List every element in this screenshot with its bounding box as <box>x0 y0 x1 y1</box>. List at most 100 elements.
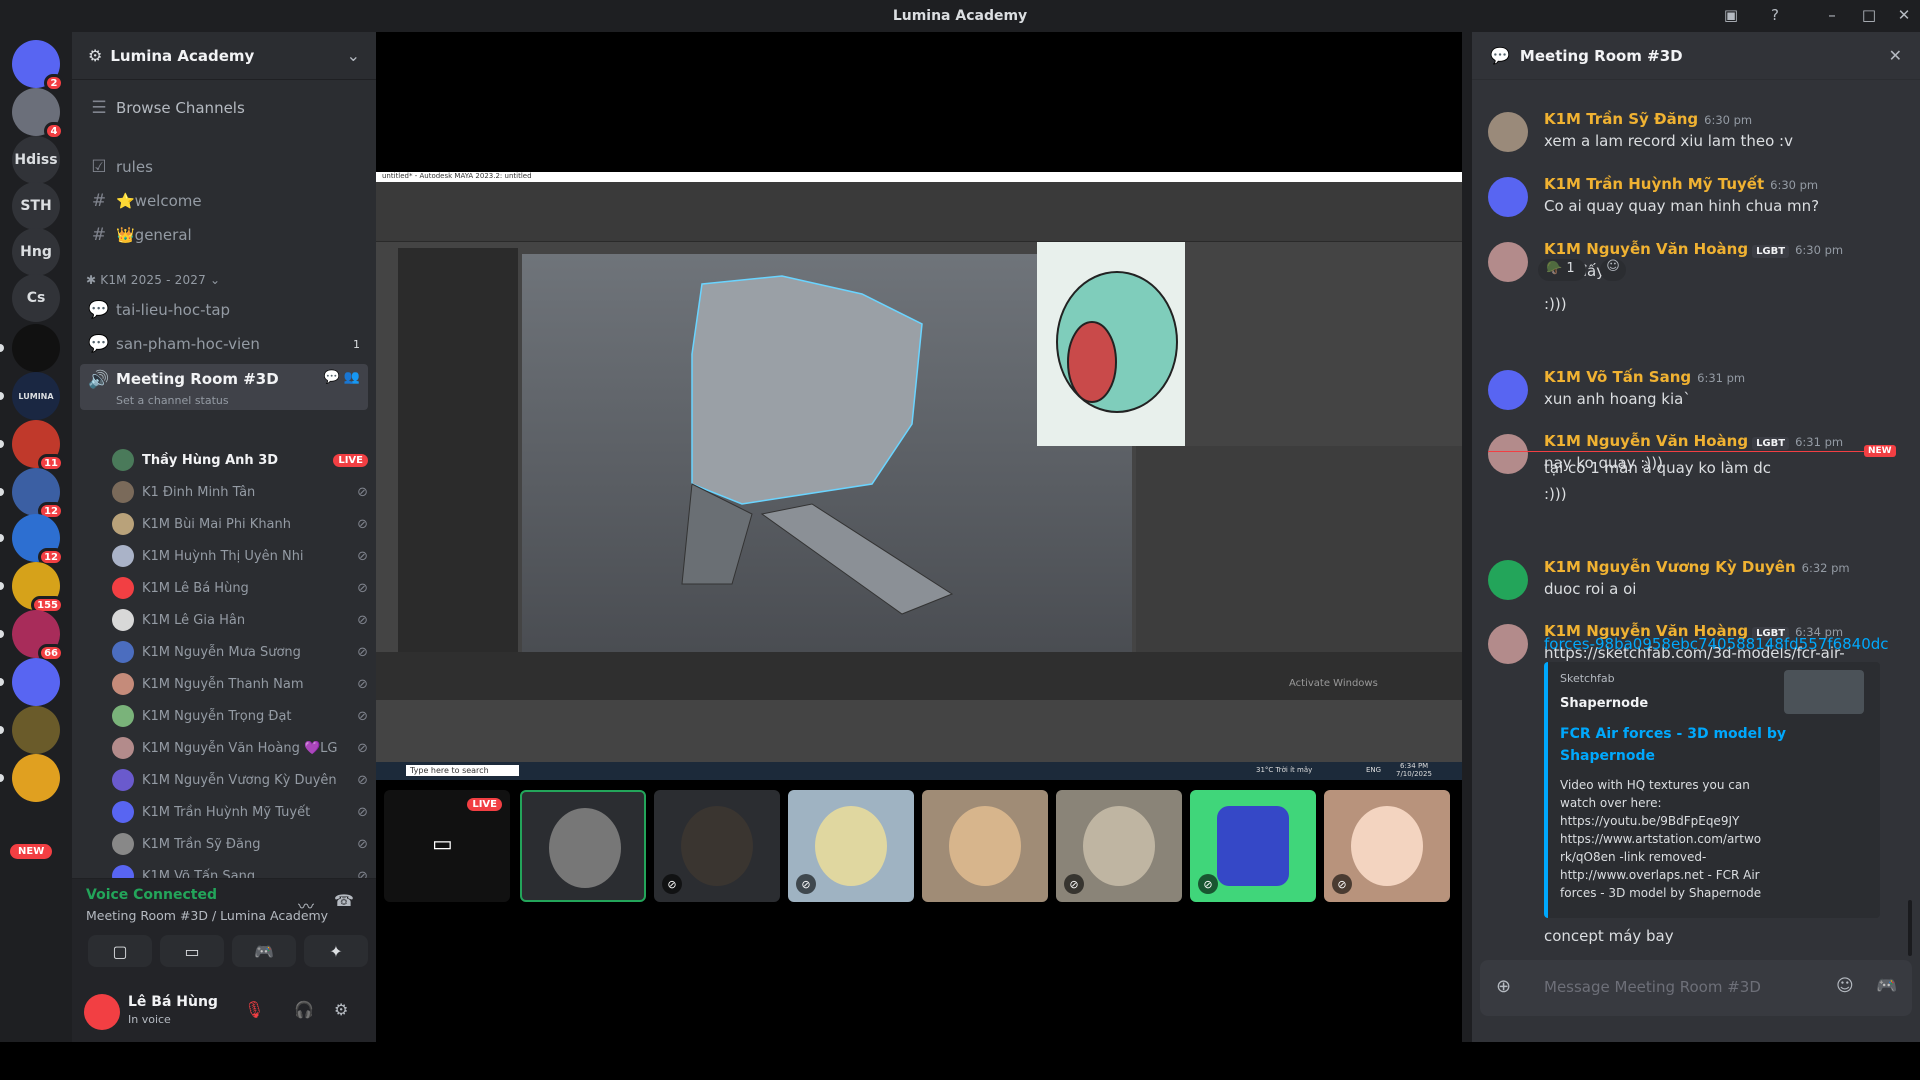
voice-user[interactable]: K1M Trần Huỳnh Mỹ Tuyết ⊘ <box>112 798 368 826</box>
taskbar-search[interactable]: Type here to search <box>406 765 519 776</box>
server-icon[interactable]: Hdiss <box>12 136 60 184</box>
channel-status[interactable]: Set a channel status <box>116 394 229 407</box>
message-author[interactable]: K1M Trần Huỳnh Mỹ Tuyết 6:30 pm <box>1544 175 1818 193</box>
stream-tile[interactable]: LIVE ▭ <box>384 790 510 902</box>
voice-user[interactable]: K1M Nguyễn Mưa Sương ⊘ <box>112 638 368 666</box>
channel-san-pham[interactable]: 💬 san-pham-hoc-vien 1 <box>80 328 368 360</box>
message-text: Co ai quay quay man hinh chua mn? <box>1544 197 1820 215</box>
camera-button[interactable]: ▢ <box>88 935 152 967</box>
channel-rules[interactable]: ☑ rules <box>80 151 368 183</box>
server-icon[interactable]: Hng <box>12 228 60 276</box>
server-icon[interactable] <box>0 324 60 372</box>
server-icon[interactable]: 11 <box>0 420 64 472</box>
server-icon[interactable]: 2 <box>12 40 64 92</box>
server-icon[interactable] <box>0 754 60 802</box>
server-icon[interactable]: 4 <box>12 88 64 140</box>
server-icon[interactable]: STH <box>12 182 60 230</box>
screen-share-button[interactable]: ▭ <box>160 935 224 967</box>
voice-user[interactable]: K1M Nguyễn Văn Hoàng 💜LG ⊘ <box>112 734 368 762</box>
avatar[interactable] <box>1488 434 1528 474</box>
avatar[interactable] <box>1488 242 1528 282</box>
reaction-chip[interactable]: 🪖 1 <box>1538 259 1586 281</box>
chat-bubble-icon[interactable]: 💬 <box>324 370 340 385</box>
avatar[interactable] <box>1488 177 1528 217</box>
participant-tile[interactable]: ⊘ <box>654 790 780 902</box>
voice-user[interactable]: K1M Lê Bá Hùng ⊘ <box>112 574 368 602</box>
avatar <box>112 513 134 535</box>
avatar[interactable] <box>1488 370 1528 410</box>
message-author[interactable]: K1M Nguyễn Văn Hoàng LGBT 6:30 pm <box>1544 240 1843 258</box>
add-attachment-icon[interactable]: ⊕ <box>1496 976 1511 997</box>
minimize-button[interactable]: – <box>1821 6 1843 24</box>
message-author[interactable]: K1M Nguyễn Văn Hoàng LGBT 6:31 pm <box>1544 432 1843 450</box>
server-icon[interactable] <box>0 706 60 754</box>
close-icon[interactable]: ✕ <box>1889 46 1902 65</box>
mic-muted-icon[interactable]: 🎙 <box>244 1000 264 1019</box>
browse-channels[interactable]: ☰ Browse Channels <box>80 92 368 124</box>
message-link[interactable]: forces-98ba0958ebc740588148fd557f6840dc <box>1544 635 1889 653</box>
new-unreads-pill[interactable]: NEW <box>10 844 53 859</box>
embed-provider[interactable]: Sketchfab <box>1560 672 1615 685</box>
message-author[interactable]: K1M Võ Tấn Sang 6:31 pm <box>1544 368 1745 386</box>
settings-icon[interactable]: ⚙ <box>334 1000 348 1019</box>
server-icon[interactable]: 155 <box>0 562 64 614</box>
channel-tai-lieu[interactable]: 💬 tai-lieu-hoc-tap <box>80 294 368 326</box>
noise-suppression-icon[interactable]: 〰 <box>298 893 314 917</box>
embed-thumbnail[interactable] <box>1784 670 1864 714</box>
participant-tile[interactable] <box>520 790 646 902</box>
headphones-icon[interactable]: 🎧 <box>294 1000 314 1019</box>
category-k1m[interactable]: ✱ K1M 2025 - 2027 ⌄ <box>86 273 220 287</box>
avatar[interactable] <box>1488 112 1528 152</box>
maximize-button[interactable]: □ <box>1858 6 1880 24</box>
avatar[interactable] <box>1488 624 1528 664</box>
embed-author[interactable]: Shapernode <box>1560 696 1648 711</box>
unread-badge: 4 <box>44 122 64 140</box>
inbox-icon[interactable]: ▣ <box>1720 6 1742 24</box>
message-text: tại có 1 màn à quay ko làm dc <box>1544 459 1772 477</box>
server-icon[interactable]: 12 <box>0 468 64 520</box>
server-icon[interactable]: 12 <box>0 514 64 566</box>
server-header[interactable]: ⚙ Lumina Academy ⌄ <box>72 32 376 80</box>
add-member-icon[interactable]: 👥 <box>344 370 360 385</box>
voice-location[interactable]: Meeting Room #3D / Lumina Academy <box>86 908 328 923</box>
embed-title-2[interactable]: Shapernode <box>1560 748 1655 764</box>
voice-user[interactable]: Thầy Hùng Anh 3D LIVE <box>112 446 368 474</box>
voice-user[interactable]: K1M Nguyễn Vương Kỳ Duyên ⊘ <box>112 766 368 794</box>
help-icon[interactable]: ? <box>1764 6 1786 24</box>
gift-icon[interactable]: 🎮 <box>1876 976 1897 996</box>
activities-button[interactable]: 🎮 <box>232 935 296 967</box>
avatar[interactable] <box>84 994 120 1030</box>
disconnect-icon[interactable]: ☎ <box>334 891 354 910</box>
voice-user[interactable]: K1M Huỳnh Thị Uyên Nhi ⊘ <box>112 542 368 570</box>
server-icon[interactable] <box>0 658 60 706</box>
chat-scrollbar[interactable] <box>1908 900 1912 956</box>
soundboard-button[interactable]: ✦ <box>304 935 368 967</box>
participant-tile[interactable]: ⊘ <box>788 790 914 902</box>
close-window-button[interactable]: ✕ <box>1893 6 1915 24</box>
message-composer[interactable]: ⊕ Message Meeting Room #3D ☺ 🎮 <box>1480 960 1912 1016</box>
voice-user[interactable]: K1M Bùi Mai Phi Khanh ⊘ <box>112 510 368 538</box>
emoji-icon[interactable]: ☺ <box>1836 976 1854 996</box>
participant-tile[interactable]: ⊘ <box>1056 790 1182 902</box>
voice-user[interactable]: K1M Nguyễn Thanh Nam ⊘ <box>112 670 368 698</box>
screen-share-view[interactable]: untitled* - Autodesk MAYA 2023.2: untitl… <box>376 172 1462 780</box>
channel-general[interactable]: # 👑general <box>80 219 368 251</box>
avatar[interactable] <box>1488 560 1528 600</box>
server-icon[interactable]: Cs <box>12 274 60 322</box>
participant-tile[interactable] <box>922 790 1048 902</box>
message-input-placeholder[interactable]: Message Meeting Room #3D <box>1544 978 1761 996</box>
channel-welcome[interactable]: # ⭐welcome <box>80 185 368 217</box>
voice-user[interactable]: K1M Lê Gia Hân ⊘ <box>112 606 368 634</box>
voice-user[interactable]: K1 Đinh Minh Tân ⊘ <box>112 478 368 506</box>
server-icon[interactable]: LUMINA <box>0 372 60 420</box>
server-icon[interactable]: 66 <box>0 610 64 662</box>
message-author[interactable]: K1M Trần Sỹ Đăng 6:30 pm <box>1544 110 1752 128</box>
participant-tile[interactable]: ⊘ <box>1190 790 1316 902</box>
message-author[interactable]: K1M Nguyễn Vương Kỳ Duyên 6:32 pm <box>1544 558 1850 576</box>
embed-title[interactable]: FCR Air forces - 3D model by <box>1560 726 1786 742</box>
maya-timeline[interactable] <box>376 652 1462 700</box>
participant-tile[interactable]: ⊘ <box>1324 790 1450 902</box>
add-reaction-icon[interactable]: ☺ <box>1600 259 1626 281</box>
voice-user[interactable]: K1M Trần Sỹ Đăng ⊘ <box>112 830 368 858</box>
voice-user[interactable]: K1M Nguyễn Trọng Đạt ⊘ <box>112 702 368 730</box>
